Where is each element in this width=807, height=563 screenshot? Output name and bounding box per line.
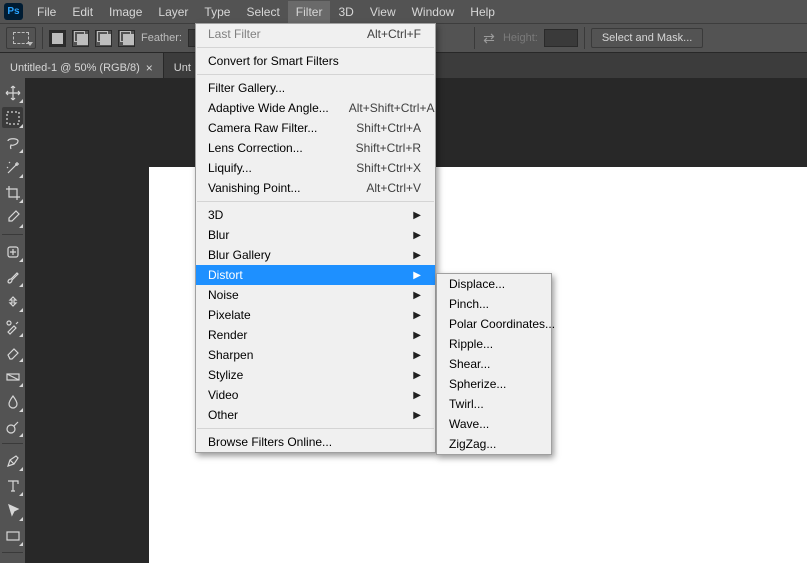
select-and-mask-button[interactable]: Select and Mask...	[591, 28, 704, 48]
blur-tool[interactable]	[2, 391, 23, 412]
menu-item-camera-raw-filter[interactable]: Camera Raw Filter...Shift+Ctrl+A	[196, 118, 435, 138]
selection-add-icon[interactable]	[72, 30, 89, 47]
menu-edit[interactable]: Edit	[64, 1, 101, 23]
magic-wand-tool[interactable]	[2, 157, 23, 178]
menu-item-liquify[interactable]: Liquify...Shift+Ctrl+X	[196, 158, 435, 178]
menu-view[interactable]: View	[362, 1, 404, 23]
selection-new-icon[interactable]	[49, 30, 66, 47]
selection-subtract-icon[interactable]	[95, 30, 112, 47]
menu-item-polar-coordinates[interactable]: Polar Coordinates...	[437, 314, 551, 334]
submenu-arrow-icon: ▶	[413, 390, 421, 401]
menu-item-video[interactable]: Video▶	[196, 385, 435, 405]
marquee-tool[interactable]	[2, 107, 23, 128]
submenu-arrow-icon: ▶	[413, 330, 421, 341]
app-logo-icon: Ps	[4, 3, 23, 20]
menu-item-stylize[interactable]: Stylize▶	[196, 365, 435, 385]
selection-intersect-icon[interactable]	[118, 30, 135, 47]
menu-item-last-filter: Last FilterAlt+Ctrl+F	[196, 24, 435, 44]
dodge-tool[interactable]	[2, 416, 23, 437]
gradient-tool[interactable]	[2, 366, 23, 387]
menu-item-3d[interactable]: 3D▶	[196, 205, 435, 225]
menu-item-noise[interactable]: Noise▶	[196, 285, 435, 305]
separator	[2, 552, 23, 553]
menu-item-pixelate[interactable]: Pixelate▶	[196, 305, 435, 325]
submenu-arrow-icon: ▶	[413, 350, 421, 361]
menu-item-pinch[interactable]: Pinch...	[437, 294, 551, 314]
submenu-arrow-icon: ▶	[413, 230, 421, 241]
menu-item-twirl[interactable]: Twirl...	[437, 394, 551, 414]
menu-image[interactable]: Image	[101, 1, 150, 23]
height-input	[544, 29, 578, 47]
pen-tool[interactable]	[2, 450, 23, 471]
feather-label: Feather:	[141, 32, 182, 44]
menu-layer[interactable]: Layer	[150, 1, 196, 23]
menu-item-spherize[interactable]: Spherize...	[437, 374, 551, 394]
type-tool[interactable]	[2, 475, 23, 496]
separator	[2, 443, 23, 444]
menu-separator	[197, 201, 434, 202]
eyedropper-tool[interactable]	[2, 207, 23, 228]
filter-menu: Last FilterAlt+Ctrl+F Convert for Smart F…	[195, 23, 436, 453]
path-select-tool[interactable]	[2, 500, 23, 521]
crop-tool[interactable]	[2, 182, 23, 203]
menu-item-sharpen[interactable]: Sharpen▶	[196, 345, 435, 365]
menu-item-displace[interactable]: Displace...	[437, 274, 551, 294]
menu-separator	[197, 47, 434, 48]
menu-file[interactable]: File	[29, 1, 64, 23]
document-tab[interactable]: Untitled-1 @ 50% (RGB/8) ×	[0, 53, 164, 78]
menu-item-blur-gallery[interactable]: Blur Gallery▶	[196, 245, 435, 265]
menu-item-lens-correction[interactable]: Lens Correction...Shift+Ctrl+R	[196, 138, 435, 158]
submenu-arrow-icon: ▶	[413, 270, 421, 281]
clone-tool[interactable]	[2, 291, 23, 312]
menu-item-other[interactable]: Other▶	[196, 405, 435, 425]
height-label: Height:	[503, 32, 538, 44]
menu-bar: Ps FileEditImageLayerTypeSelectFilter3DV…	[0, 0, 807, 23]
menu-item-render[interactable]: Render▶	[196, 325, 435, 345]
hand-tool[interactable]	[2, 559, 23, 563]
menu-item-distort[interactable]: Distort▶	[196, 265, 435, 285]
submenu-arrow-icon: ▶	[413, 310, 421, 321]
menu-separator	[197, 74, 434, 75]
lasso-tool[interactable]	[2, 132, 23, 153]
menu-filter[interactable]: Filter	[288, 1, 331, 23]
menu-item-wave[interactable]: Wave...	[437, 414, 551, 434]
submenu-arrow-icon: ▶	[413, 370, 421, 381]
history-brush-tool[interactable]	[2, 316, 23, 337]
menu-item-blur[interactable]: Blur▶	[196, 225, 435, 245]
separator	[2, 234, 23, 235]
menu-type[interactable]: Type	[196, 1, 238, 23]
separator	[474, 27, 475, 49]
separator	[42, 27, 43, 49]
menu-item-adaptive-wide-angle[interactable]: Adaptive Wide Angle...Alt+Shift+Ctrl+A	[196, 98, 435, 118]
menu-item-browse-filters-online[interactable]: Browse Filters Online...	[196, 432, 435, 452]
eraser-tool[interactable]	[2, 341, 23, 362]
submenu-arrow-icon: ▶	[413, 210, 421, 221]
close-icon[interactable]: ×	[146, 61, 153, 75]
tools-panel	[0, 78, 25, 563]
menu-item-shear[interactable]: Shear...	[437, 354, 551, 374]
menu-separator	[197, 428, 434, 429]
move-tool[interactable]	[2, 82, 23, 103]
menu-item-vanishing-point[interactable]: Vanishing Point...Alt+Ctrl+V	[196, 178, 435, 198]
menu-item-ripple[interactable]: Ripple...	[437, 334, 551, 354]
tool-preset-picker[interactable]	[6, 27, 36, 49]
submenu-arrow-icon: ▶	[413, 410, 421, 421]
distort-submenu: Displace...Pinch...Polar Coordinates...R…	[436, 273, 552, 455]
brush-tool[interactable]	[2, 266, 23, 287]
menu-item-filter-gallery[interactable]: Filter Gallery...	[196, 78, 435, 98]
rectangle-tool[interactable]	[2, 525, 23, 546]
menu-select[interactable]: Select	[238, 1, 287, 23]
menu-window[interactable]: Window	[404, 1, 463, 23]
submenu-arrow-icon: ▶	[413, 250, 421, 261]
menu-item-convert-for-smart-filters[interactable]: Convert for Smart Filters	[196, 51, 435, 71]
menu-3d[interactable]: 3D	[330, 1, 361, 23]
healing-tool[interactable]	[2, 241, 23, 262]
menu-help[interactable]: Help	[462, 1, 503, 23]
swap-dimensions-icon[interactable]: ⇄	[481, 30, 497, 46]
submenu-arrow-icon: ▶	[413, 290, 421, 301]
separator	[584, 27, 585, 49]
menu-item-zigzag[interactable]: ZigZag...	[437, 434, 551, 454]
